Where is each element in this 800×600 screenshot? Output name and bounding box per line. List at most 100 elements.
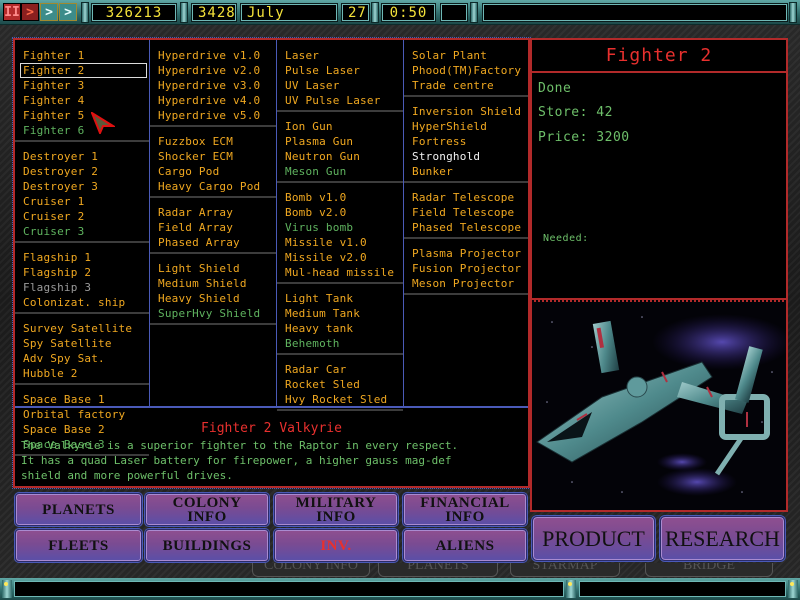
buildings-button[interactable]: BUILDINGS xyxy=(145,529,269,562)
list-item[interactable]: Hyperdrive v2.0 xyxy=(150,63,276,78)
list-item[interactable]: Medium Tank xyxy=(277,306,403,321)
fast-forward-button[interactable]: > xyxy=(40,3,58,21)
list-item[interactable]: Destroyer 3 xyxy=(15,179,149,194)
top-status-bar: II > > > 326213 3428 July 27 0:50 xyxy=(0,0,800,25)
list-group: Radar Telescope Field Telescope Phased Tel… xyxy=(404,183,528,239)
list-item[interactable]: Neutron Gun xyxy=(277,149,403,164)
list-item[interactable]: Flagship 1 xyxy=(15,250,149,265)
military-info-button[interactable]: MILITARY INFO xyxy=(274,493,398,526)
list-item[interactable]: UV Laser xyxy=(277,78,403,93)
list-item[interactable]: Bomb v1.0 xyxy=(277,190,403,205)
list-item[interactable]: Heavy Cargo Pod xyxy=(150,179,276,194)
list-item[interactable]: Fortress xyxy=(404,134,528,149)
list-item[interactable]: Phood(TM)Factory xyxy=(404,63,528,78)
list-item[interactable]: Hyperdrive v3.0 xyxy=(150,78,276,93)
list-item[interactable]: Cruiser 2 xyxy=(15,209,149,224)
list-item[interactable]: Heavy tank xyxy=(277,321,403,336)
item-lists: Fighter 1 Fighter 2 Fighter 3 Fighter 4 Figh… xyxy=(15,40,528,456)
list-item[interactable]: Colonizat. ship xyxy=(15,295,149,310)
bottom-message-bar xyxy=(0,578,800,600)
list-item[interactable]: Bomb v2.0 xyxy=(277,205,403,220)
list-item[interactable]: Fighter 4 xyxy=(15,93,149,108)
list-item[interactable]: Hyperdrive v5.0 xyxy=(150,108,276,123)
list-item[interactable]: Radar Array xyxy=(150,205,276,220)
list-item[interactable]: Shocker ECM xyxy=(150,149,276,164)
list-item[interactable]: Destroyer 2 xyxy=(15,164,149,179)
list-item[interactable]: Stronghold xyxy=(404,149,528,164)
list-item[interactable]: Fighter 6 xyxy=(15,123,149,138)
fighter-ship-image xyxy=(532,302,786,510)
list-item[interactable]: Ion Gun xyxy=(277,119,403,134)
list-item[interactable]: SuperHvy Shield xyxy=(150,306,276,321)
list-item[interactable]: Mul-head missile xyxy=(277,265,403,280)
list-item[interactable]: Phased Telescope xyxy=(404,220,528,235)
play-button[interactable]: > xyxy=(21,3,39,21)
ship-image-panel xyxy=(530,300,788,512)
list-item[interactable]: HyperShield xyxy=(404,119,528,134)
list-item[interactable]: Flagship 2 xyxy=(15,265,149,280)
list-item[interactable]: Radar Telescope xyxy=(404,190,528,205)
list-item[interactable]: Field Array xyxy=(150,220,276,235)
financial-info-button[interactable]: FINANCIAL INFO xyxy=(403,493,527,526)
indicator-led-icon xyxy=(788,580,798,598)
readout-knob xyxy=(180,2,188,23)
list-item[interactable]: Rocket Sled xyxy=(277,377,403,392)
list-item[interactable]: Field Telescope xyxy=(404,205,528,220)
inventory-button[interactable]: INV. xyxy=(274,529,398,562)
list-item[interactable]: Behemoth xyxy=(277,336,403,351)
list-item[interactable]: Hyperdrive v4.0 xyxy=(150,93,276,108)
list-item[interactable]: Cruiser 3 xyxy=(15,224,149,239)
list-item[interactable]: Medium Shield xyxy=(150,276,276,291)
product-button[interactable]: PRODUCT xyxy=(532,516,655,561)
pause-button[interactable]: II xyxy=(3,3,21,21)
list-item[interactable]: Adv Spy Sat. xyxy=(15,351,149,366)
list-item[interactable]: Heavy Shield xyxy=(150,291,276,306)
list-item[interactable]: Meson Gun xyxy=(277,164,403,179)
list-item[interactable]: Fighter 1 xyxy=(15,48,149,63)
list-item[interactable]: Bunker xyxy=(404,164,528,179)
message-field-left xyxy=(14,581,564,597)
list-item[interactable]: Radar Car xyxy=(277,362,403,377)
list-item[interactable]: Inversion Shield xyxy=(404,104,528,119)
readout-knob xyxy=(470,2,478,23)
aliens-button[interactable]: ALIENS xyxy=(403,529,527,562)
list-item[interactable]: Hyperdrive v1.0 xyxy=(150,48,276,63)
list-item[interactable]: Laser xyxy=(277,48,403,63)
list-item[interactable]: Fuzzbox ECM xyxy=(150,134,276,149)
list-item[interactable]: Space Base 1 xyxy=(15,392,149,407)
fastest-forward-button[interactable]: > xyxy=(59,3,77,21)
list-item[interactable]: Cruiser 1 xyxy=(15,194,149,209)
list-item[interactable]: Destroyer 1 xyxy=(15,149,149,164)
list-item[interactable]: Fighter 5 xyxy=(15,108,149,123)
list-item[interactable]: Fusion Projector xyxy=(404,261,528,276)
list-item[interactable]: Hvy Rocket Sled xyxy=(277,392,403,407)
list-item[interactable]: Trade centre xyxy=(404,78,528,93)
list-item[interactable]: Light Shield xyxy=(150,261,276,276)
background-tab-planets: PLANETS xyxy=(378,563,498,577)
planets-button[interactable]: PLANETS xyxy=(15,493,142,526)
list-column-equipment: Hyperdrive v1.0 Hyperdrive v2.0 Hyperdrive… xyxy=(150,40,277,408)
list-item[interactable]: Fighter 3 xyxy=(15,78,149,93)
list-item[interactable]: Cargo Pod xyxy=(150,164,276,179)
list-item[interactable]: UV Pulse Laser xyxy=(277,93,403,108)
list-item[interactable]: Plasma Gun xyxy=(277,134,403,149)
list-item[interactable]: Solar Plant xyxy=(404,48,528,63)
list-item[interactable]: Meson Projector xyxy=(404,276,528,291)
list-group: Radar Car Rocket Sled Hvy Rocket Sled xyxy=(277,355,403,411)
list-item[interactable]: Flagship 3 xyxy=(15,280,149,295)
list-item[interactable]: Phased Array xyxy=(150,235,276,250)
list-item[interactable]: Virus bomb xyxy=(277,220,403,235)
fleets-button[interactable]: FLEETS xyxy=(15,529,142,562)
list-column-weapons: Laser Pulse Laser UV Laser UV Pulse Laser Io… xyxy=(277,40,404,411)
list-item[interactable]: Plasma Projector xyxy=(404,246,528,261)
list-item[interactable]: Missile v1.0 xyxy=(277,235,403,250)
list-item[interactable]: Light Tank xyxy=(277,291,403,306)
list-item[interactable]: Pulse Laser xyxy=(277,63,403,78)
list-item[interactable]: Hubble 2 xyxy=(15,366,149,381)
list-item[interactable]: Fighter 2 xyxy=(20,63,147,78)
list-item[interactable]: Spy Satellite xyxy=(15,336,149,351)
colony-info-button[interactable]: COLONY INFO xyxy=(145,493,269,526)
research-button[interactable]: RESEARCH xyxy=(660,516,785,561)
list-item[interactable]: Survey Satellite xyxy=(15,321,149,336)
list-item[interactable]: Missile v2.0 xyxy=(277,250,403,265)
